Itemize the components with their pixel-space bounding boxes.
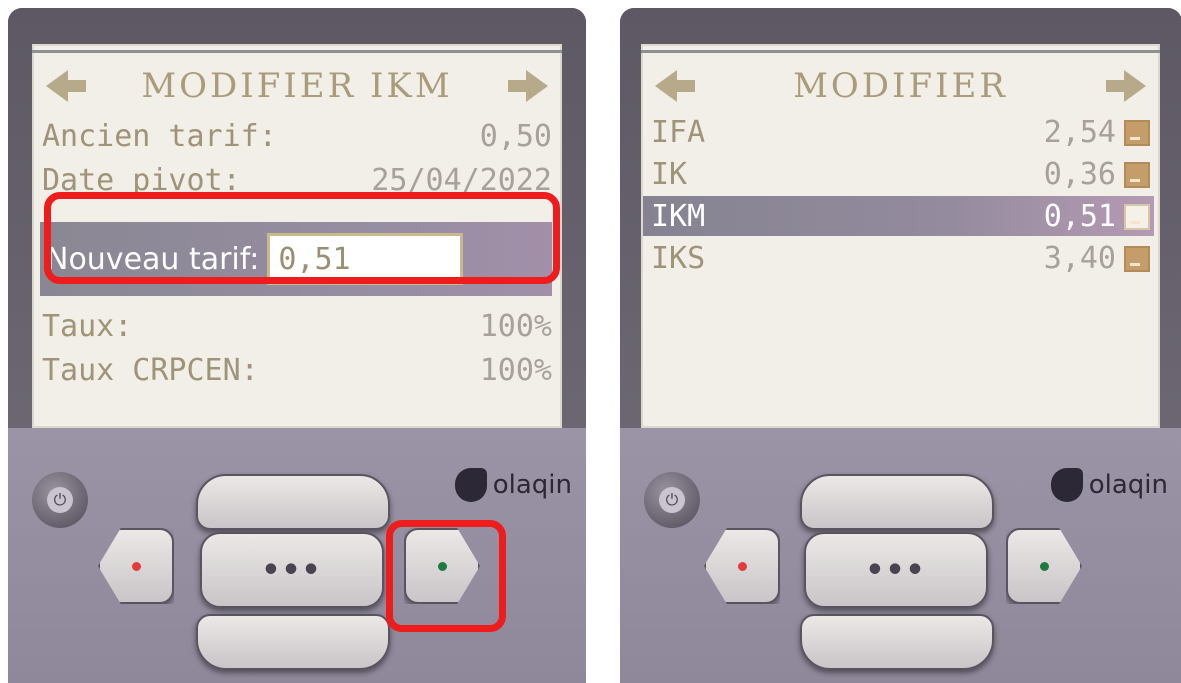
menu-button[interactable]: ••• <box>200 532 384 608</box>
list-item-ikm[interactable]: IKM 0,51 <box>643 196 1154 236</box>
row-label: Ancien tarif: <box>42 118 277 154</box>
checkbox-icon[interactable] <box>1124 246 1150 272</box>
olaqin-logo-icon <box>454 468 487 502</box>
annotation-highlight-input <box>44 192 560 284</box>
list-item-taux: Taux: 100% <box>42 306 552 346</box>
screen-title: MODIFIER <box>793 66 1008 106</box>
power-button[interactable]: ⏻ <box>32 472 88 528</box>
row-value: 3,40 <box>1043 240 1116 276</box>
row-label: IKS <box>651 240 706 276</box>
brand-logo: olaqin <box>454 468 572 502</box>
lcd-screen: MODIFIER IFA 2,54 IK 0,36 IKM 0,51 IKS 3… <box>641 44 1160 428</box>
logo-text: olaqin <box>492 470 572 500</box>
row-label: Taux: <box>42 308 133 344</box>
row-label: Taux CRPCEN: <box>42 352 259 388</box>
down-button[interactable] <box>196 614 390 670</box>
power-button[interactable]: ⏻ <box>644 472 700 528</box>
row-value: 0,36 <box>1043 156 1116 192</box>
row-label: IKM <box>651 198 706 234</box>
control-panel: ⏻ olaqin ••• <box>620 428 1181 683</box>
annotation-highlight-right-button <box>386 520 506 632</box>
list-item-ancien-tarif: Ancien tarif: 0,50 <box>42 116 552 156</box>
row-label: IFA <box>651 114 706 150</box>
arrow-left-icon[interactable] <box>46 70 86 102</box>
device-photo-right: MODIFIER IFA 2,54 IK 0,36 IKM 0,51 IKS 3… <box>620 8 1181 683</box>
red-led-icon <box>737 561 747 571</box>
list-item-iks[interactable]: IKS 3,40 <box>651 238 1150 278</box>
red-led-icon <box>131 561 141 571</box>
device-photo-left: MODIFIER IKM Ancien tarif: 0,50 Date piv… <box>8 8 586 683</box>
arrow-right-icon[interactable] <box>508 70 548 102</box>
right-button[interactable] <box>1006 528 1082 604</box>
screen-header: MODIFIER <box>655 64 1146 108</box>
left-button[interactable] <box>98 528 174 604</box>
row-value: 100% <box>479 352 552 388</box>
brand-logo: olaqin <box>1050 468 1168 502</box>
screen-top-divider <box>641 50 1160 53</box>
arrow-right-icon[interactable] <box>1106 70 1146 102</box>
checkbox-icon[interactable] <box>1124 162 1150 188</box>
left-button[interactable] <box>704 528 780 604</box>
power-icon: ⏻ <box>659 487 685 513</box>
screen-top-divider <box>32 50 562 53</box>
arrow-left-icon[interactable] <box>655 70 695 102</box>
up-button[interactable] <box>800 474 994 530</box>
screen-header: MODIFIER IKM <box>46 64 548 108</box>
power-icon: ⏻ <box>47 487 73 513</box>
up-button[interactable] <box>196 474 390 530</box>
olaqin-logo-icon <box>1050 468 1083 502</box>
menu-button[interactable]: ••• <box>804 532 988 608</box>
checkbox-icon[interactable] <box>1124 120 1150 146</box>
green-led-icon <box>1039 561 1049 571</box>
screen-title: MODIFIER IKM <box>141 66 453 106</box>
list-item-ik[interactable]: IK 0,36 <box>651 154 1150 194</box>
row-value: 100% <box>479 308 552 344</box>
list-item-ifa[interactable]: IFA 2,54 <box>651 112 1150 152</box>
down-button[interactable] <box>800 614 994 670</box>
row-label: IK <box>651 156 688 192</box>
list-item-taux-crpcen: Taux CRPCEN: 100% <box>42 350 552 390</box>
row-value: 0,50 <box>479 118 552 154</box>
checkbox-icon[interactable] <box>1124 204 1150 230</box>
row-value: 0,51 <box>1043 198 1116 234</box>
logo-text: olaqin <box>1088 470 1168 500</box>
row-value: 2,54 <box>1043 114 1116 150</box>
